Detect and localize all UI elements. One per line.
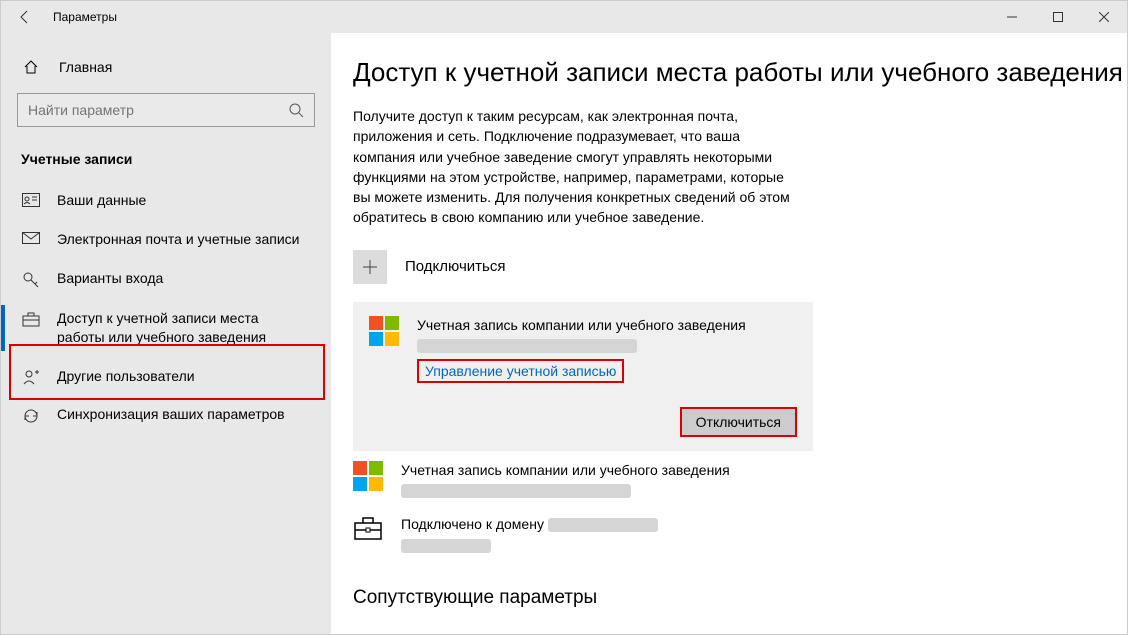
account-heading: Учетная запись компании или учебного зав… [401, 461, 730, 481]
key-icon [21, 271, 41, 289]
redacted-text [401, 484, 631, 498]
sidebar-item-your-info[interactable]: Ваши данные [1, 181, 331, 220]
briefcase-icon [21, 311, 41, 327]
search-input[interactable] [28, 102, 288, 118]
manage-account-link[interactable]: Управление учетной записью [417, 359, 624, 383]
close-button[interactable] [1081, 1, 1127, 33]
microsoft-logo-icon [353, 461, 383, 491]
sidebar-item-label: Синхронизация ваших параметров [57, 405, 285, 424]
person-card-icon [21, 193, 41, 207]
window-title: Параметры [53, 10, 117, 24]
redacted-text [401, 539, 491, 553]
sidebar-item-sign-in-options[interactable]: Варианты входа [1, 259, 331, 299]
sidebar-item-label: Варианты входа [57, 269, 163, 288]
redacted-text [548, 518, 658, 532]
maximize-button[interactable] [1035, 1, 1081, 33]
sidebar-item-other-users[interactable]: Другие пользователи [1, 357, 331, 396]
content-area: Доступ к учетной записи места работы или… [331, 33, 1127, 634]
sidebar-item-label: Ваши данные [57, 191, 146, 210]
connect-label: Подключиться [405, 258, 505, 275]
sidebar-item-label: Доступ к учетной записи места работы или… [57, 309, 301, 347]
sidebar-item-work-access[interactable]: Доступ к учетной записи места работы или… [1, 299, 331, 357]
page-description: Получите доступ к таким ресурсам, как эл… [353, 106, 803, 228]
redacted-text [417, 339, 637, 353]
disconnect-button[interactable]: Отключиться [680, 407, 797, 437]
sidebar-item-label: Электронная почта и учетные записи [57, 230, 299, 249]
minimize-button[interactable] [989, 1, 1035, 33]
back-button[interactable] [1, 1, 49, 33]
search-box[interactable] [17, 93, 315, 127]
mail-icon [21, 232, 41, 244]
domain-line: Подключено к домену [401, 516, 544, 532]
plus-icon [353, 250, 387, 284]
home-label: Главная [59, 59, 112, 75]
domain-row[interactable]: Подключено к домену [353, 514, 1107, 555]
home-icon [21, 59, 41, 75]
sidebar: Главная Учетные записи Ваши данные [1, 33, 331, 634]
sidebar-item-email-accounts[interactable]: Электронная почта и учетные записи [1, 220, 331, 259]
sidebar-item-sync[interactable]: Синхронизация ваших параметров [1, 395, 331, 435]
sync-icon [21, 407, 41, 425]
account-heading: Учетная запись компании или учебного зав… [417, 316, 746, 336]
search-icon [288, 102, 304, 118]
account-card-expanded[interactable]: Учетная запись компании или учебного зав… [353, 302, 813, 451]
home-button[interactable]: Главная [1, 51, 331, 83]
related-settings-title: Сопутствующие параметры [353, 587, 1107, 609]
sidebar-group-title: Учетные записи [1, 145, 331, 181]
microsoft-logo-icon [369, 316, 399, 346]
account-card-collapsed[interactable]: Учетная запись компании или учебного зав… [353, 461, 813, 500]
page-title: Доступ к учетной записи места работы или… [353, 57, 1107, 88]
connect-button[interactable]: Подключиться [353, 250, 1107, 284]
add-user-icon [21, 369, 41, 385]
sidebar-item-label: Другие пользователи [57, 367, 195, 386]
titlebar: Параметры [1, 1, 1127, 33]
briefcase-icon [353, 516, 383, 540]
